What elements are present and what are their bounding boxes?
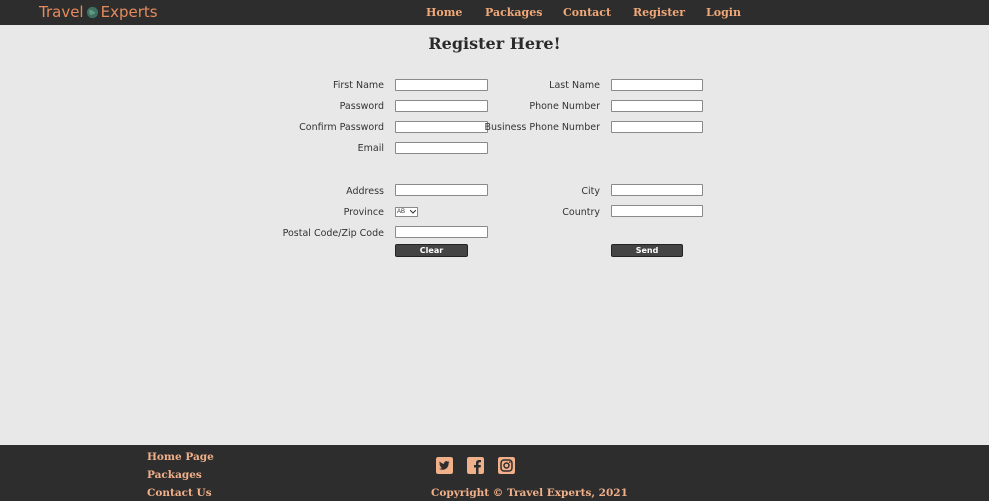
last-name-input[interactable] <box>611 79 703 91</box>
postal-code-input[interactable] <box>395 226 488 238</box>
password-label: Password <box>339 101 384 112</box>
main-nav: Home Packages Contact Register Login <box>0 6 989 20</box>
postal-code-label: Postal Code/Zip Code <box>282 228 384 239</box>
twitter-icon[interactable] <box>436 457 453 474</box>
phone-number-label: Phone Number <box>529 101 600 112</box>
footer-link-contact[interactable]: Contact Us <box>147 487 212 499</box>
last-name-label: Last Name <box>549 80 600 91</box>
business-phone-label: Business Phone Number <box>484 122 600 133</box>
city-label: City <box>581 186 600 197</box>
first-name-input[interactable] <box>395 79 488 91</box>
confirm-password-input[interactable] <box>395 121 488 133</box>
password-input[interactable] <box>395 100 488 112</box>
page-title: Register Here! <box>428 34 561 53</box>
email-input[interactable] <box>395 142 488 154</box>
top-navbar: Travel Experts Home Packages Contact Reg… <box>0 0 989 25</box>
address-input[interactable] <box>395 184 488 196</box>
footer: Home Page Packages Contact Us Copyright … <box>0 445 989 501</box>
facebook-icon[interactable] <box>467 457 484 474</box>
footer-link-home[interactable]: Home Page <box>147 451 214 463</box>
instagram-icon[interactable] <box>498 457 515 474</box>
address-label: Address <box>346 186 384 197</box>
nav-login[interactable]: Login <box>706 6 741 19</box>
confirm-password-label: Confirm Password <box>299 122 384 133</box>
city-input[interactable] <box>611 184 703 196</box>
business-phone-input[interactable] <box>611 121 703 133</box>
province-label: Province <box>343 207 384 218</box>
country-label: Country <box>562 207 600 218</box>
nav-home[interactable]: Home <box>426 6 462 19</box>
nav-packages[interactable]: Packages <box>485 6 542 19</box>
country-input[interactable] <box>611 205 703 217</box>
copyright-text: Copyright © Travel Experts, 2021 <box>431 487 628 499</box>
nav-register[interactable]: Register <box>633 6 685 19</box>
phone-number-input[interactable] <box>611 100 703 112</box>
province-selected-value: AB <box>397 209 406 215</box>
clear-button[interactable]: Clear <box>395 244 468 257</box>
send-button[interactable]: Send <box>611 244 683 257</box>
nav-contact[interactable]: Contact <box>563 6 611 19</box>
email-label: Email <box>357 143 384 154</box>
chevron-down-icon <box>410 210 416 214</box>
first-name-label: First Name <box>332 80 384 91</box>
province-select[interactable]: AB <box>395 207 418 217</box>
footer-link-packages[interactable]: Packages <box>147 469 202 481</box>
